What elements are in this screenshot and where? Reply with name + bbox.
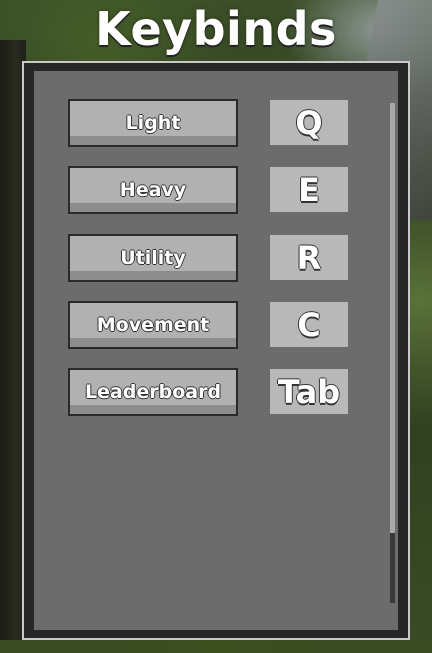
utility-key-button[interactable]: R <box>270 235 348 280</box>
page-title: Keybinds <box>95 2 337 56</box>
light-key-button[interactable]: Q <box>270 100 348 145</box>
keybind-row-light: Light Q <box>34 99 364 149</box>
keybinds-list: Light Q Heavy E Utility R Movement C Lea… <box>34 71 398 630</box>
leaderboard-action-button[interactable]: Leaderboard <box>68 368 238 416</box>
keybinds-panel: Light Q Heavy E Utility R Movement C Lea… <box>22 61 410 640</box>
scrollbar-track[interactable] <box>390 103 395 603</box>
movement-key-button[interactable]: C <box>270 302 348 347</box>
keybind-row-heavy: Heavy E <box>34 166 364 216</box>
keybind-row-utility: Utility R <box>34 234 364 284</box>
leaderboard-key-button[interactable]: Tab <box>270 369 348 414</box>
heavy-action-button[interactable]: Heavy <box>68 166 238 214</box>
movement-action-button[interactable]: Movement <box>68 301 238 349</box>
utility-action-button[interactable]: Utility <box>68 234 238 282</box>
keybind-row-leaderboard: Leaderboard Tab <box>34 368 364 418</box>
heavy-key-button[interactable]: E <box>270 167 348 212</box>
keybind-row-movement: Movement C <box>34 301 364 351</box>
light-action-button[interactable]: Light <box>68 99 238 147</box>
scrollbar-thumb[interactable] <box>390 103 395 533</box>
